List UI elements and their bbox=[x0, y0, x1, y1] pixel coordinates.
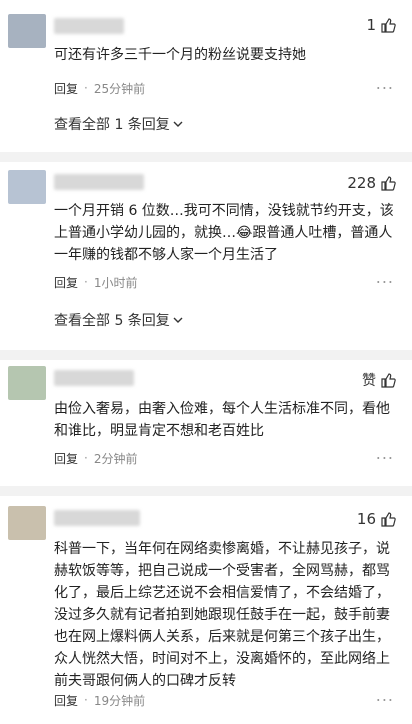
reply-button[interactable]: 回复 bbox=[54, 80, 78, 97]
section-divider bbox=[0, 350, 412, 360]
comment-text: 可还有许多三千一个月的粉丝说要支持她 bbox=[54, 47, 306, 63]
separator-dot: · bbox=[84, 275, 88, 289]
reply-button[interactable]: 回复 bbox=[54, 692, 78, 709]
comment-3: 赞 由俭入奢易，由奢入俭难，每个人生活标准不同，看他和谁比，明显肯定不想和老百姓… bbox=[0, 360, 412, 480]
like-button[interactable]: 1 bbox=[366, 16, 396, 34]
section-divider bbox=[0, 152, 412, 162]
comment-text: 一个月开销 6 位数…我可不同情，没钱就节约开支，该上普通小学幼儿园的，就换…😂… bbox=[54, 203, 394, 263]
view-all-replies[interactable]: 查看全部 5 条回复 bbox=[54, 310, 184, 330]
username-blurred[interactable] bbox=[54, 174, 144, 190]
username-blurred[interactable] bbox=[54, 510, 140, 526]
separator-dot: · bbox=[84, 693, 88, 707]
like-button[interactable]: 赞 bbox=[362, 370, 396, 390]
thumbs-up-icon bbox=[381, 18, 396, 33]
more-options-icon[interactable]: ··· bbox=[376, 691, 394, 710]
more-options-icon[interactable]: ··· bbox=[376, 79, 394, 98]
like-button[interactable]: 16 bbox=[357, 510, 396, 528]
reply-button[interactable]: 回复 bbox=[54, 450, 78, 467]
more-options-icon[interactable]: ··· bbox=[376, 273, 394, 292]
avatar[interactable] bbox=[8, 366, 46, 400]
comment-time: 2分钟前 bbox=[93, 451, 138, 466]
avatar[interactable] bbox=[8, 506, 46, 540]
comment-time: 1小时前 bbox=[93, 275, 138, 290]
chevron-down-icon bbox=[173, 317, 183, 323]
reply-button[interactable]: 回复 bbox=[54, 274, 78, 291]
like-label: 赞 bbox=[362, 373, 376, 389]
more-options-icon[interactable]: ··· bbox=[376, 449, 394, 468]
section-divider bbox=[0, 486, 412, 496]
username-blurred[interactable] bbox=[54, 18, 124, 34]
comment-time: 25分钟前 bbox=[93, 81, 146, 96]
comment-text: 科普一下，当年何在网络卖惨离婚，不让赫见孩子，说赫软饭等等，把自己说成一个受害者… bbox=[54, 541, 390, 689]
avatar[interactable] bbox=[8, 14, 46, 48]
separator-dot: · bbox=[84, 81, 88, 95]
comment-time: 19分钟前 bbox=[93, 693, 146, 708]
view-all-label: 查看全部 5 条回复 bbox=[54, 313, 170, 329]
like-count: 1 bbox=[366, 16, 376, 34]
view-all-label: 查看全部 1 条回复 bbox=[54, 117, 170, 133]
avatar[interactable] bbox=[8, 170, 46, 204]
like-count: 228 bbox=[347, 174, 376, 192]
username-blurred[interactable] bbox=[54, 370, 134, 386]
comment-4: 16 科普一下，当年何在网络卖惨离婚，不让赫见孩子，说赫软饭等等，把自己说成一个… bbox=[0, 496, 412, 724]
separator-dot: · bbox=[84, 451, 88, 465]
thumbs-up-icon bbox=[381, 512, 396, 527]
thumbs-up-icon bbox=[381, 373, 396, 388]
like-button[interactable]: 228 bbox=[347, 174, 396, 192]
chevron-down-icon bbox=[173, 121, 183, 127]
thumbs-up-icon bbox=[381, 176, 396, 191]
like-count: 16 bbox=[356, 510, 376, 528]
view-all-replies[interactable]: 查看全部 1 条回复 bbox=[54, 114, 184, 134]
comment-1: 1 可还有许多三千一个月的粉丝说要支持她 回复 · 25分钟前 ··· 查看全部… bbox=[0, 0, 412, 150]
comment-2: 228 一个月开销 6 位数…我可不同情，没钱就节约开支，该上普通小学幼儿园的，… bbox=[0, 162, 412, 348]
comment-text: 由俭入奢易，由奢入俭难，每个人生活标准不同，看他和谁比，明显肯定不想和老百姓比 bbox=[54, 401, 390, 439]
